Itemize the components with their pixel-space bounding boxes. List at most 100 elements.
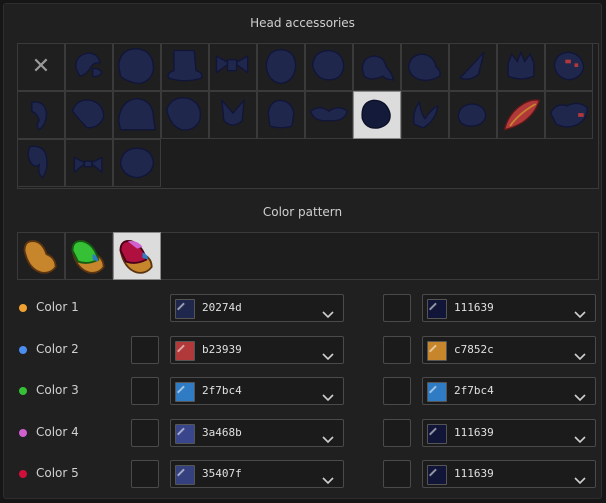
color-row-1: Color 1 20274d 111639: [19, 294, 596, 322]
top-hat-icon: [167, 49, 203, 82]
pattern-1-icon: [23, 240, 57, 274]
chevron-down-icon: [322, 311, 334, 319]
left-color-select[interactable]: 2f7bc4: [170, 377, 344, 405]
right-color-checkbox[interactable]: [383, 335, 411, 364]
accessory-option-large-cap[interactable]: [161, 91, 209, 139]
chevron-down-icon: [322, 352, 334, 360]
cone-horn-icon: [458, 51, 485, 80]
accessory-option-bun-hat[interactable]: [401, 43, 449, 91]
color-pattern-option-3[interactable]: [113, 232, 161, 280]
left-color-select[interactable]: 3a468b: [170, 418, 344, 447]
right-color-checkbox[interactable]: [383, 418, 411, 447]
color-label: Color 2: [36, 341, 79, 356]
accessory-option-leaf-sprout[interactable]: [401, 91, 449, 139]
bow-helmet-icon: [75, 52, 103, 78]
pattern-2-icon: [71, 240, 105, 274]
left-color-checkbox[interactable]: [131, 335, 159, 364]
chevron-down-icon: [322, 477, 334, 485]
color-swatch: [427, 382, 447, 402]
accessory-option-bow-helmet[interactable]: [65, 43, 113, 91]
ribbon-bow-icon: [215, 54, 249, 74]
left-color-checkbox[interactable]: [131, 418, 159, 447]
accessory-option-knight-helm[interactable]: [257, 91, 305, 139]
accessory-option-feather[interactable]: [497, 91, 545, 139]
accessory-option-big-hood[interactable]: [113, 43, 161, 91]
left-color-checkbox[interactable]: [131, 377, 159, 405]
accessory-option-beanie-tassel[interactable]: [353, 43, 401, 91]
accessory-option-ribbon-bow[interactable]: [209, 43, 257, 91]
accessory-option-bean-cap[interactable]: [449, 91, 497, 139]
accessory-option-small-bow[interactable]: [65, 139, 113, 187]
left-color-select[interactable]: 35407f: [170, 460, 344, 488]
accessory-option-crown[interactable]: [497, 43, 545, 91]
chevron-down-icon: [322, 435, 334, 443]
bean-cap-icon: [457, 103, 487, 127]
color-swatch: [175, 465, 195, 485]
accessory-option-jester-hat[interactable]: [545, 91, 593, 139]
accessory-option-long-hair[interactable]: [17, 139, 65, 187]
right-color-select[interactable]: 2f7bc4: [422, 377, 596, 405]
color-swatch: [175, 340, 195, 361]
right-color-select[interactable]: 111639: [422, 418, 596, 447]
color-dot: [19, 470, 27, 478]
left-color-select[interactable]: 20274d: [170, 294, 344, 322]
right-color-select[interactable]: 111639: [422, 460, 596, 488]
color-pattern-title: Color pattern: [262, 205, 343, 219]
color-hex-value: 35407f: [202, 467, 242, 480]
accessory-option-mushroom-cap[interactable]: [113, 139, 161, 187]
color-hex-value: 20274d: [202, 301, 242, 314]
accessory-option-wide-hood[interactable]: [113, 91, 161, 139]
hair-cap-icon: [265, 48, 297, 85]
chevron-down-icon: [574, 394, 586, 402]
bun-hat-icon: [407, 53, 441, 81]
accessory-option-hair-cap[interactable]: [257, 43, 305, 91]
right-color-checkbox[interactable]: [383, 294, 411, 322]
color-swatch: [427, 299, 447, 319]
color-hex-value: 3a468b: [202, 425, 242, 439]
accessory-option-spiky-hat[interactable]: [545, 43, 593, 91]
color-label: Color 3: [36, 383, 79, 397]
right-color-checkbox[interactable]: [383, 377, 411, 405]
color-hex-value: 111639: [454, 467, 494, 480]
color-dot: [19, 428, 27, 437]
feather-icon: [503, 99, 541, 131]
color-hex-value: c7852c: [454, 342, 494, 356]
accessory-editor-panel: Head accessories ✕ Color pattern Color 1…: [3, 3, 602, 499]
left-color-checkbox[interactable]: [131, 460, 159, 488]
accessory-option-side-cap[interactable]: [65, 91, 113, 139]
color-pattern-option-2[interactable]: [65, 232, 113, 280]
crown-icon: [507, 50, 535, 80]
accessory-option-bandana[interactable]: [353, 91, 401, 139]
pattern-3-icon: [119, 240, 153, 274]
accessory-option-cone-horn[interactable]: [449, 43, 497, 91]
head-accessories-title: Head accessories: [250, 16, 355, 30]
bandana-icon: [361, 99, 391, 129]
chevron-down-icon: [322, 394, 334, 402]
pointy-ears-icon: [221, 98, 245, 126]
accessory-option-none[interactable]: ✕: [17, 43, 65, 91]
chevron-down-icon: [574, 311, 586, 319]
accessory-option-pointy-ears[interactable]: [209, 91, 257, 139]
long-hair-icon: [27, 145, 48, 179]
left-color-select[interactable]: b23939: [170, 335, 344, 364]
right-color-select[interactable]: 111639: [422, 294, 596, 322]
accessory-option-goggles[interactable]: [305, 91, 353, 139]
accessory-option-hook-hair[interactable]: [17, 91, 65, 139]
color-swatch: [427, 423, 447, 444]
color-dot: [19, 304, 27, 312]
chevron-down-icon: [574, 477, 586, 485]
color-hex-value: 111639: [454, 425, 494, 439]
goggles-icon: [309, 106, 349, 122]
color-label: Color 1: [36, 300, 79, 314]
accessory-option-top-hat[interactable]: [161, 43, 209, 91]
color-hex-value: 2f7bc4: [454, 384, 494, 397]
accessory-option-round-cap[interactable]: [305, 43, 353, 91]
right-color-checkbox[interactable]: [383, 460, 411, 488]
color-pattern-option-1[interactable]: [17, 232, 65, 280]
right-color-select[interactable]: c7852c: [422, 335, 596, 364]
color-swatch: [427, 465, 447, 485]
color-label: Color 5: [36, 466, 79, 480]
none-icon: ✕: [31, 54, 51, 79]
color-swatch: [427, 340, 447, 361]
color-swatch: [175, 382, 195, 402]
